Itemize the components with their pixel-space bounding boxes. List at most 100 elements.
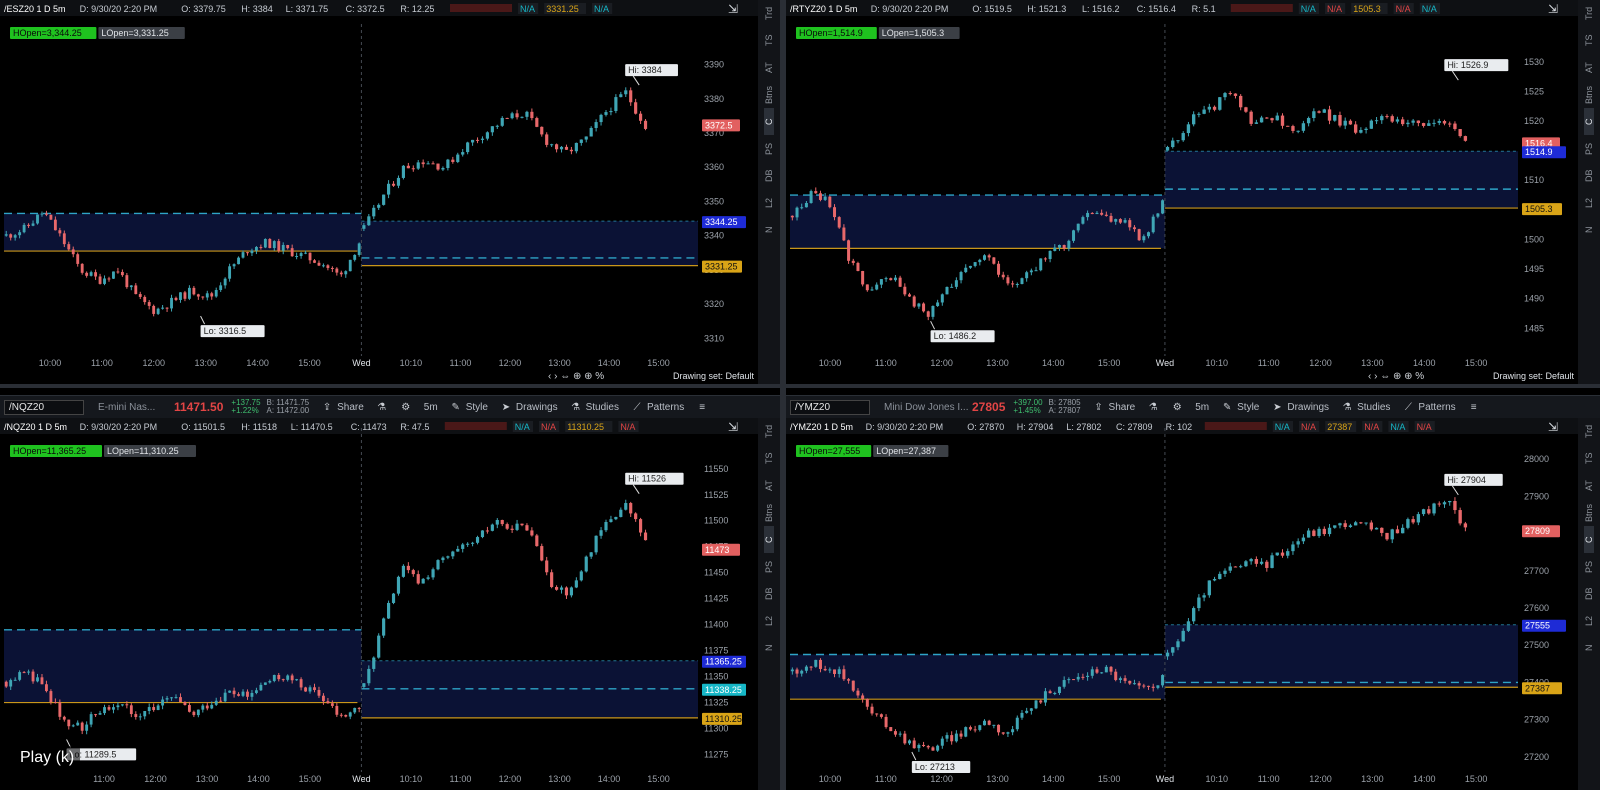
prev-candle: [313, 260, 316, 263]
side-panel-left: Trd TS AT Btns C PS DB L2 N: [758, 0, 780, 384]
sidebar-tab-trd[interactable]: Trd: [764, 0, 774, 27]
study-label-blur: [444, 422, 507, 430]
sidebar-tab-ts[interactable]: TS: [1584, 27, 1594, 54]
prev-candle: [950, 286, 954, 288]
sidebar-tab-ps[interactable]: PS: [1584, 553, 1594, 580]
style-button[interactable]: ✎ Style: [1221, 402, 1259, 413]
study-label-blur: [1230, 4, 1293, 12]
y-tick: 27300: [1524, 715, 1549, 725]
sidebar-tab-trd[interactable]: Trd: [1584, 0, 1594, 27]
sidebar-tab-db[interactable]: DB: [764, 580, 774, 607]
x-tick: 14:00: [1413, 358, 1436, 368]
prev-candle: [214, 290, 218, 297]
patterns-button[interactable]: ⟋ Patterns: [631, 402, 684, 413]
play-overlay[interactable]: Play (k): [14, 746, 81, 770]
today-candle: [362, 225, 366, 229]
prev-candle: [45, 213, 48, 215]
drawings-button[interactable]: ➤ Drawings: [1271, 402, 1329, 413]
sidebar-tab-c[interactable]: C: [764, 526, 774, 553]
prev-candle: [152, 707, 156, 711]
chart-pane-es[interactable]: /ESZ20 1 D 5m D: 9/30/20 2:20 PM O: 3379.7…: [0, 0, 758, 384]
sidebar-tab-n[interactable]: N: [1584, 634, 1594, 661]
sidebar-tab-trd[interactable]: Trd: [1584, 418, 1594, 445]
sidebar-tab-at[interactable]: AT: [1584, 54, 1594, 81]
sidebar-tab-trd[interactable]: Trd: [764, 418, 774, 445]
today-candle: [535, 118, 539, 127]
sidebar-tab-at[interactable]: AT: [764, 54, 774, 81]
sidebar-tab-l2[interactable]: L2: [764, 189, 774, 216]
sidebar-tab-ts[interactable]: TS: [764, 445, 774, 472]
prev-candle: [893, 277, 897, 281]
sidebar-tab-btns[interactable]: Btns: [1584, 81, 1594, 108]
share-button[interactable]: ⇪ Share: [1093, 401, 1135, 413]
sidebar-tab-c[interactable]: C: [1584, 526, 1594, 553]
sidebar-tab-c[interactable]: C: [764, 108, 774, 135]
style-button[interactable]: ✎ Style: [450, 402, 487, 413]
sidebar-tab-c[interactable]: C: [1584, 108, 1594, 135]
sidebar-tab-btns[interactable]: Btns: [1584, 499, 1594, 526]
drawings-button[interactable]: ➤ Drawings: [500, 402, 558, 413]
sidebar-tab-ps[interactable]: PS: [1584, 135, 1594, 162]
y-tick: 11400: [704, 620, 728, 630]
sidebar-tab-l2[interactable]: L2: [764, 607, 774, 634]
header-symbol: /NQZ20 1 D 5m: [4, 422, 67, 432]
sidebar-tab-btns[interactable]: Btns: [764, 81, 774, 108]
prev-candle: [1081, 217, 1085, 224]
lo-label-pointer: [930, 320, 936, 330]
sidebar-tab-l2[interactable]: L2: [1584, 189, 1594, 216]
today-candle: [431, 163, 435, 165]
settings-button[interactable]: ⚙: [1171, 402, 1183, 413]
today-candle: [446, 556, 450, 558]
sidebar-tab-at[interactable]: AT: [1584, 472, 1594, 499]
prev-candle: [893, 731, 897, 735]
symbol-input[interactable]: /YMZ20: [790, 399, 870, 415]
studies-button[interactable]: ⚗ Studies: [570, 402, 619, 413]
flask-button[interactable]: ⚗: [1147, 402, 1159, 413]
prev-candle: [1104, 214, 1108, 216]
chart-pane-nq[interactable]: /NQZ20 1 D 5m D: 9/30/20 2:20 PM O: 11501.…: [0, 418, 758, 790]
today-candle: [391, 593, 396, 603]
today-candle: [1181, 133, 1185, 141]
chart-pane-rty[interactable]: /RTYZ20 1 D 5m D: 9/30/20 2:20 PM O: 1519.…: [786, 0, 1578, 384]
today-candle: [480, 138, 485, 140]
menu-icon: ≡: [699, 401, 706, 413]
timeframe-button[interactable]: 5m: [1195, 402, 1209, 413]
bid-ask: B: 11471.75 A: 11472.00: [267, 399, 310, 415]
timeframe-button[interactable]: 5m: [424, 402, 438, 413]
sidebar-tab-btns[interactable]: Btns: [764, 499, 774, 526]
prev-candle: [187, 705, 191, 712]
prev-candle: [228, 266, 232, 279]
today-candle: [555, 144, 559, 150]
sidebar-tab-db[interactable]: DB: [1584, 162, 1594, 189]
today-candle: [1186, 124, 1191, 134]
today-candle: [490, 524, 494, 531]
share-icon: ⇪: [1094, 401, 1103, 413]
settings-button[interactable]: ⚙: [400, 402, 412, 413]
symbol-input[interactable]: /NQZ20: [4, 399, 84, 415]
today-candle: [401, 165, 405, 178]
sidebar-tab-ps[interactable]: PS: [764, 553, 774, 580]
x-tick: 12:00: [1309, 774, 1332, 784]
sidebar-tab-n[interactable]: N: [764, 216, 774, 243]
sidebar-tab-n[interactable]: N: [764, 634, 774, 661]
flask-button[interactable]: ⚗: [376, 402, 388, 413]
sidebar-tab-at[interactable]: AT: [764, 472, 774, 499]
side-panel-right: Trd TS AT Btns C PS DB L2 N: [1578, 0, 1600, 384]
sidebar-tab-db[interactable]: DB: [764, 162, 774, 189]
sidebar-tab-ts[interactable]: TS: [764, 27, 774, 54]
sidebar-tab-db[interactable]: DB: [1584, 580, 1594, 607]
menu-button[interactable]: ≡: [696, 402, 708, 413]
x-tick: Wed: [352, 774, 370, 784]
sidebar-tab-ps[interactable]: PS: [764, 135, 774, 162]
today-candle: [1280, 552, 1285, 556]
studies-button[interactable]: ⚗ Studies: [1341, 402, 1391, 413]
sidebar-tab-l2[interactable]: L2: [1584, 607, 1594, 634]
chart-pane-ym[interactable]: /YMZ20 1 D 5m D: 9/30/20 2:20 PM O: 27870 H…: [786, 418, 1578, 790]
sidebar-tab-n[interactable]: N: [1584, 216, 1594, 243]
patterns-button[interactable]: ⟋ Patterns: [1402, 402, 1456, 413]
prev-candle: [161, 699, 165, 706]
prev-candle: [36, 214, 39, 224]
share-button[interactable]: ⇪ Share: [321, 402, 364, 413]
sidebar-tab-ts[interactable]: TS: [1584, 445, 1594, 472]
menu-button[interactable]: ≡: [1468, 402, 1480, 413]
